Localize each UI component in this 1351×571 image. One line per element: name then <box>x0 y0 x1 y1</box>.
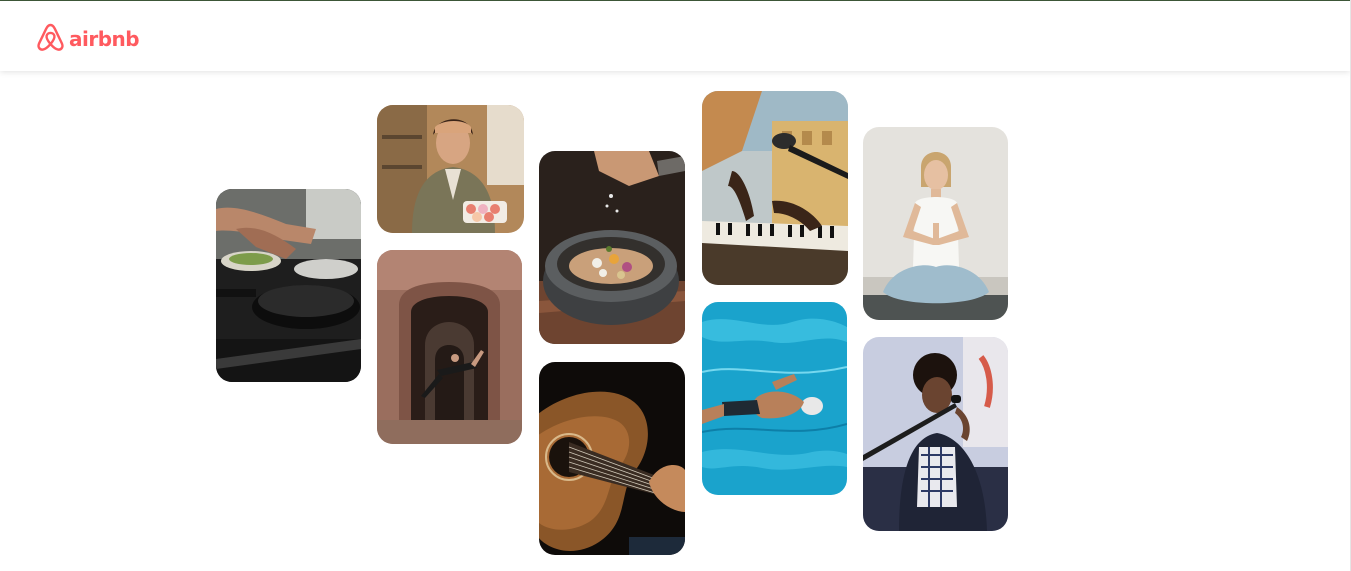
photo-acoustic-guitar[interactable] <box>539 362 685 555</box>
airbnb-belo-icon <box>36 21 65 57</box>
photo-swimmer-in-pool[interactable] <box>702 302 847 495</box>
airbnb-logo-link[interactable]: airbnb <box>36 21 140 57</box>
photo-meditating-woman[interactable] <box>863 127 1008 320</box>
photo-singer-at-microphone[interactable] <box>863 337 1008 531</box>
photo-dancer-in-archway[interactable] <box>377 250 522 444</box>
photo-seasoning-stone-bowl[interactable] <box>539 151 685 344</box>
photo-woman-with-macarons[interactable] <box>377 105 524 233</box>
brand-wordmark: airbnb <box>69 27 140 51</box>
photo-cooking-pans[interactable] <box>216 189 361 382</box>
photo-keyboard-and-microphone[interactable] <box>702 91 848 285</box>
top-navigation-bar: airbnb <box>0 1 1350 71</box>
